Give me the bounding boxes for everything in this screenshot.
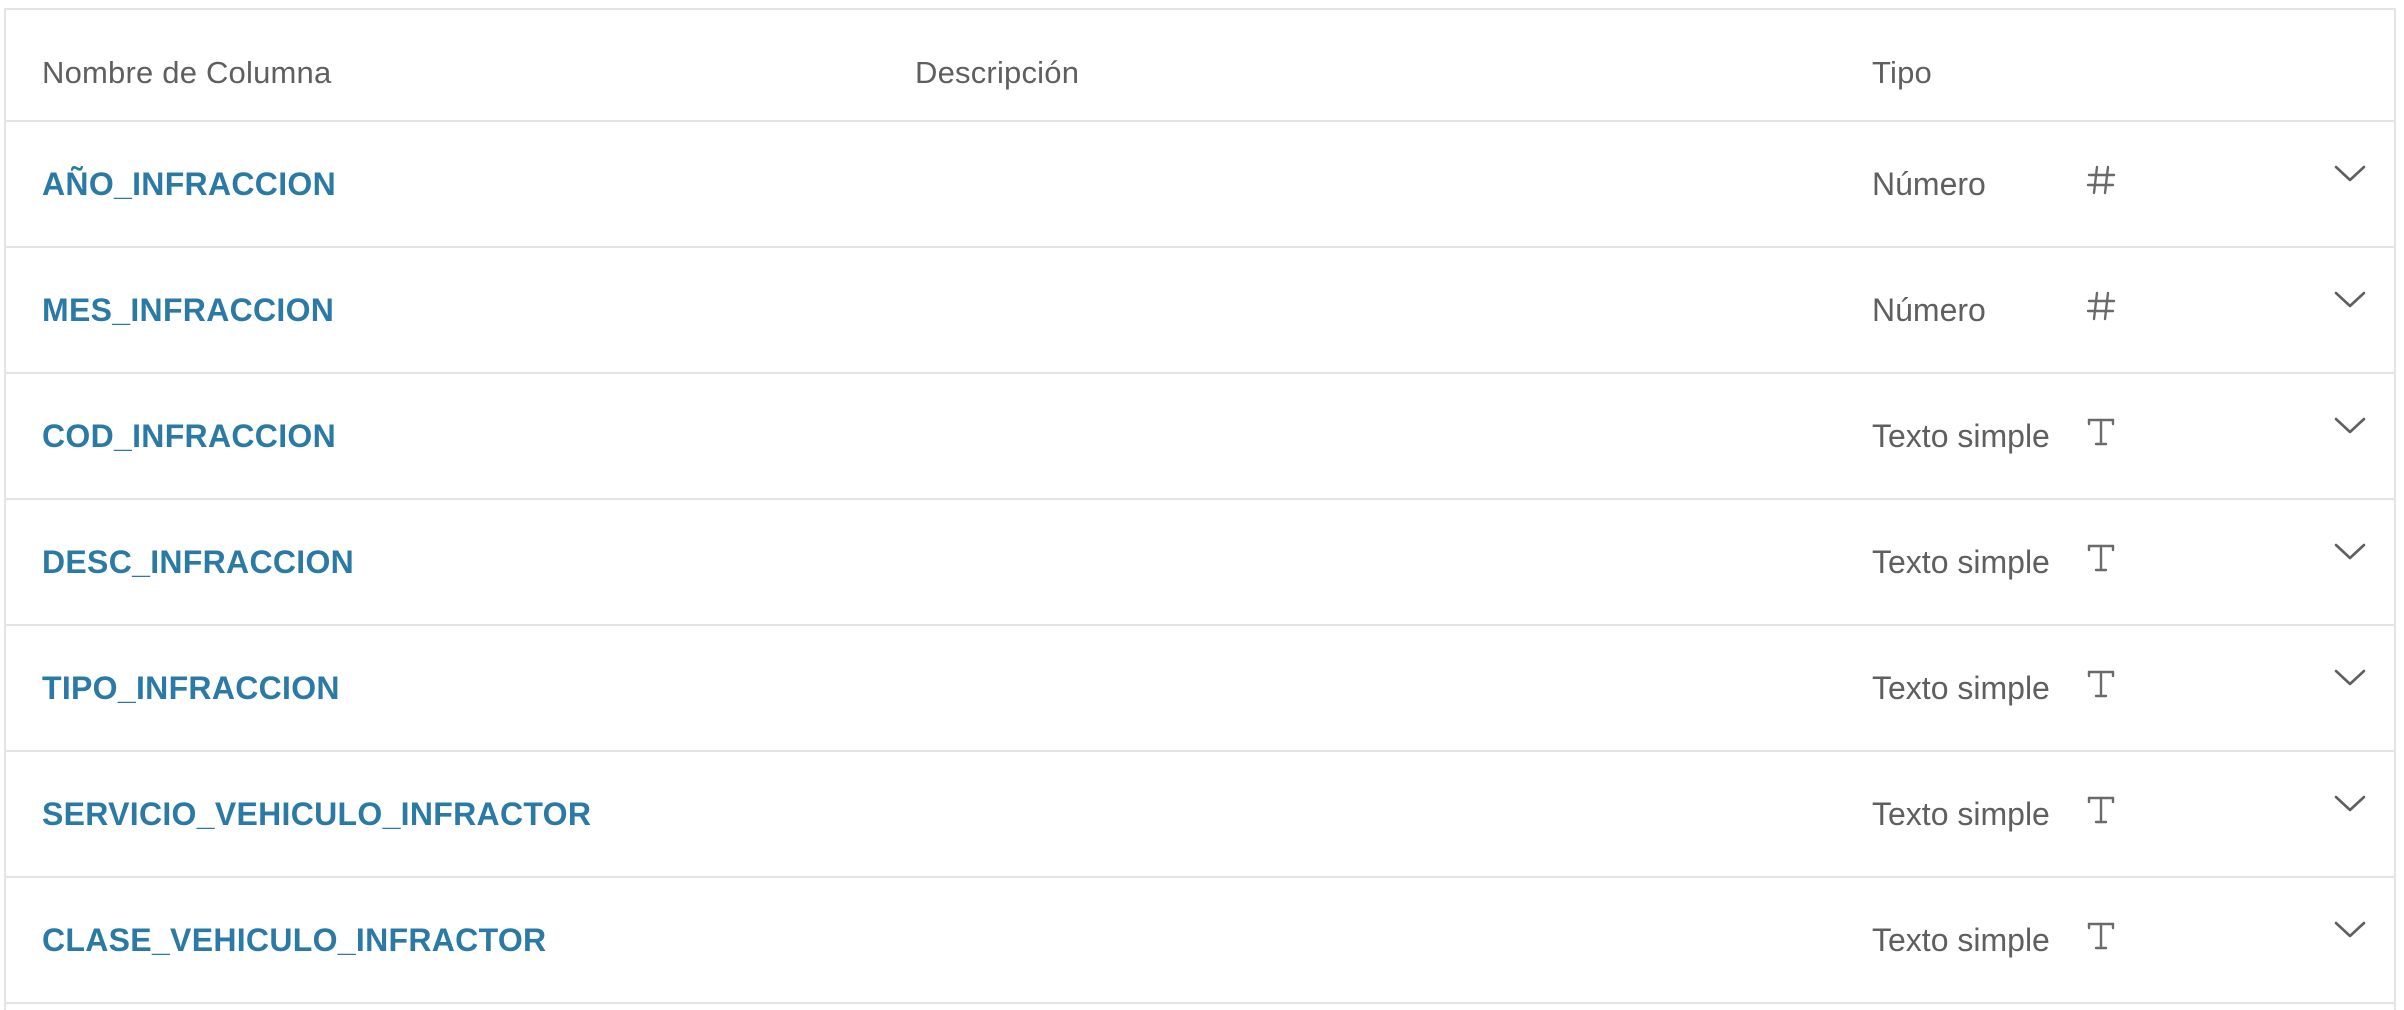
column-name-link[interactable]: TIPO_INFRACCION <box>42 668 340 708</box>
header-column-description: Descripción <box>915 55 1080 90</box>
chevron-down-icon[interactable] <box>2332 282 2368 318</box>
chevron-down-icon[interactable] <box>2332 534 2368 570</box>
text-icon <box>2084 538 2118 578</box>
column-type-label: Texto simple <box>1872 418 2050 454</box>
text-icon <box>2084 412 2118 452</box>
table-row[interactable]: AÑO_INFRACCION Número <box>6 122 2394 248</box>
column-type-label: Texto simple <box>1872 922 2050 958</box>
hash-icon <box>2084 286 2118 326</box>
chevron-down-icon[interactable] <box>2332 660 2368 696</box>
chevron-down-icon[interactable] <box>2332 408 2368 444</box>
column-type-label: Número <box>1872 292 1986 328</box>
table-row[interactable]: SERVICIO_VEHICULO_INFRACTOR Texto simple <box>6 752 2394 878</box>
header-column-type: Tipo <box>1872 55 1932 90</box>
column-type-label: Número <box>1872 166 1986 202</box>
text-icon <box>2084 916 2118 956</box>
chevron-down-icon[interactable] <box>2332 786 2368 822</box>
table-row[interactable]: COD_INFRACCION Texto simple <box>6 374 2394 500</box>
table-row[interactable]: CLASE_VEHICULO_INFRACTOR Texto simple <box>6 878 2394 1004</box>
column-name-link[interactable]: MES_INFRACCION <box>42 290 334 330</box>
hash-icon <box>2084 160 2118 200</box>
column-name-link[interactable]: DESC_INFRACCION <box>42 542 354 582</box>
table-row[interactable]: MES_INFRACCION Número <box>6 248 2394 374</box>
table-header: Nombre de Columna Descripción Tipo <box>6 10 2394 122</box>
text-icon <box>2084 664 2118 704</box>
column-type-label: Texto simple <box>1872 544 2050 580</box>
column-name-link[interactable]: SERVICIO_VEHICULO_INFRACTOR <box>42 794 591 834</box>
text-icon <box>2084 790 2118 830</box>
column-type-label: Texto simple <box>1872 796 2050 832</box>
header-column-name: Nombre de Columna <box>42 55 332 90</box>
chevron-down-icon[interactable] <box>2332 912 2368 948</box>
chevron-down-icon[interactable] <box>2332 156 2368 192</box>
column-name-link[interactable]: COD_INFRACCION <box>42 416 336 456</box>
column-name-link[interactable]: CLASE_VEHICULO_INFRACTOR <box>42 920 546 960</box>
column-type-label: Texto simple <box>1872 670 2050 706</box>
columns-table: Nombre de Columna Descripción Tipo AÑO_I… <box>4 8 2396 1010</box>
table-row[interactable]: DESC_INFRACCION Texto simple <box>6 500 2394 626</box>
column-name-link[interactable]: AÑO_INFRACCION <box>42 164 336 204</box>
table-row[interactable]: TIPO_INFRACCION Texto simple <box>6 626 2394 752</box>
